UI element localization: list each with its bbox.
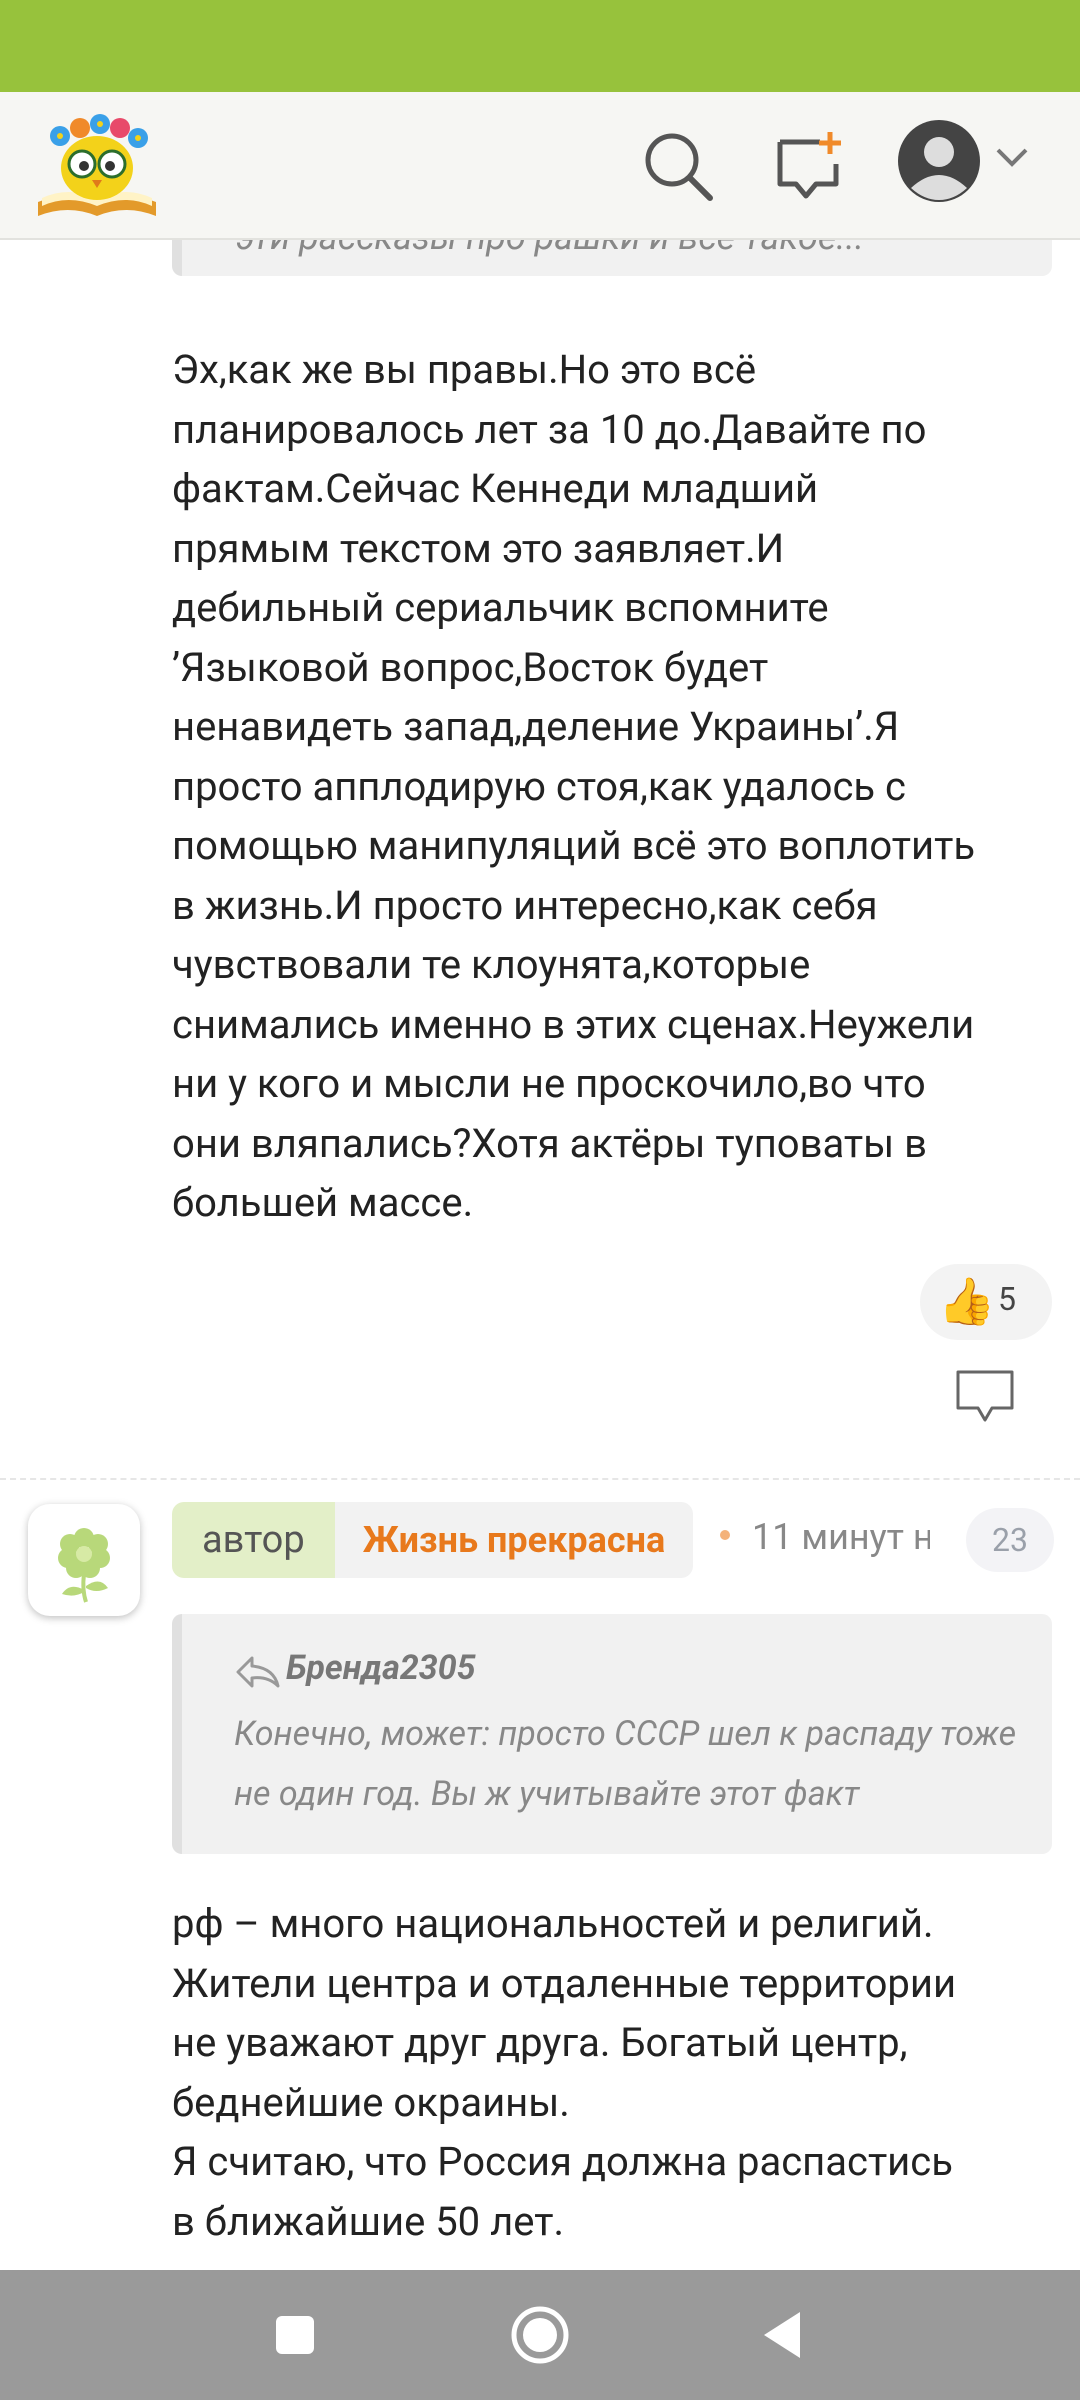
author-badge[interactable]: автор Жизнь прекрасна [172,1502,694,1578]
quoted-comment: Бренда2305 Конечно, может: просто СССР ш… [172,1614,1052,1854]
status-bar [0,0,1080,92]
comment-time: 11 минут н [752,1516,930,1558]
author-label: автор [172,1502,335,1578]
author-avatar[interactable] [28,1504,140,1616]
chevron-down-icon[interactable] [992,144,1032,172]
separator-dot [720,1530,730,1540]
app-header [0,92,1080,240]
reply-icon[interactable] [954,1368,1016,1424]
quoted-comment: эти рассказы про рашки и всё такое... [172,240,1052,276]
quoted-text: эти рассказы про рашки и всё такое... [236,240,864,258]
comment-text: рф – много национальностей и религий. Жи… [172,1900,957,2245]
comment-count-badge[interactable]: 23 [966,1508,1054,1572]
author-name[interactable]: Жизнь прекрасна [334,1502,694,1578]
quoted-text: Конечно, может: просто СССР шел к распад… [234,1714,1017,1814]
reply-arrow-icon [236,1656,280,1688]
search-icon[interactable] [640,128,716,204]
comment-divider [0,1478,1080,1480]
new-post-icon[interactable] [772,128,848,204]
user-avatar-icon[interactable] [896,118,982,204]
recent-apps-icon[interactable] [260,2300,330,2370]
like-count: 5 [998,1280,1016,1318]
thumbs-up-icon: 👍 [938,1275,996,1329]
comment-text: Эх,как же вы правы.Но это всё планировал… [172,346,976,1226]
quoted-user[interactable]: Бренда2305 [286,1648,476,1688]
owl-on-book-logo[interactable] [34,106,160,224]
home-icon[interactable] [505,2300,575,2370]
system-navbar [0,2270,1080,2400]
back-icon[interactable] [748,2300,818,2370]
comments-feed: эти рассказы про рашки и всё такое... Эх… [0,240,1080,2270]
like-button[interactable]: 👍 5 [920,1264,1052,1340]
